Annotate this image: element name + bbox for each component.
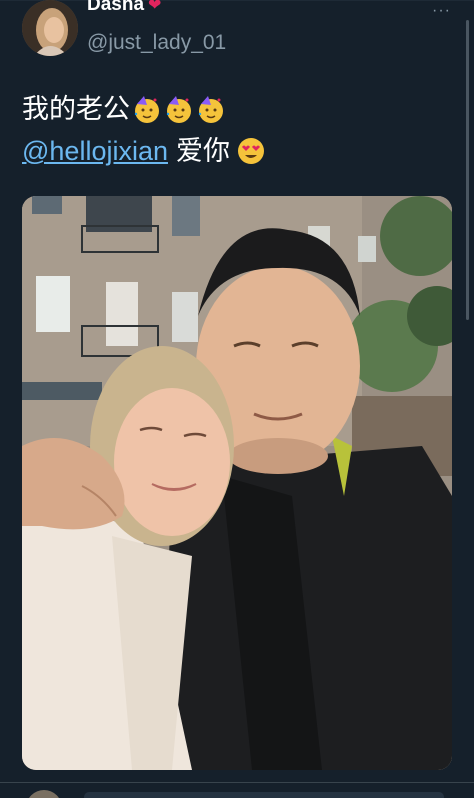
mention-link[interactable]: @hellojixian — [22, 130, 168, 172]
author-avatar[interactable] — [22, 0, 78, 56]
bottom-divider — [0, 782, 474, 783]
tweet-text-chinese-2: 爱你 — [175, 136, 230, 166]
heart-badge-icon: ❤ — [148, 0, 162, 14]
display-name-text: Dasha — [87, 0, 145, 15]
couple-selfie-image — [22, 196, 452, 770]
partying-face-icon — [134, 96, 159, 123]
partying-face-icon — [198, 96, 223, 123]
next-tweet-placeholder — [84, 792, 444, 798]
top-divider — [0, 0, 474, 1]
author-display-name[interactable]: Dasha ❤ — [87, 0, 161, 17]
tweet-text-line-1: 我的老公 — [22, 88, 452, 130]
tweet-text-line-2: @hellojixian 爱你 — [22, 130, 452, 172]
tweet-photo[interactable] — [22, 196, 452, 770]
tweet-text: 我的老公 @hellojixian 爱你 — [22, 88, 452, 172]
tweet-text-chinese-1: 我的老公 — [22, 94, 130, 124]
next-tweet-avatar[interactable] — [26, 790, 62, 798]
partying-face-icon — [166, 96, 191, 123]
author-handle[interactable]: @just_lady_01 — [87, 30, 226, 56]
heart-eyes-icon — [237, 138, 264, 164]
tweet-page: Dasha ❤ @just_lady_01 ··· 我的老公 @hellojix… — [0, 0, 474, 798]
scrollbar[interactable] — [466, 20, 469, 320]
more-options-icon[interactable]: ··· — [432, 3, 454, 19]
avatar-image — [22, 0, 78, 56]
